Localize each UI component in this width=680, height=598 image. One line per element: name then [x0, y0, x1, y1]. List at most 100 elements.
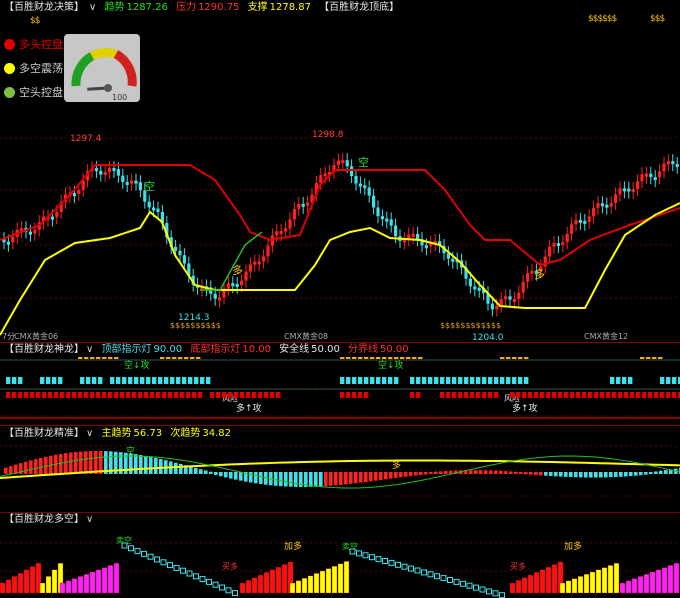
jingzhun-chart: 空 多	[0, 445, 680, 497]
signal-block	[416, 392, 421, 398]
shenlong-chart: 空↓攻 空↓攻 风险 风险 多↑攻 多↑攻	[0, 357, 680, 419]
long-bar	[619, 582, 626, 594]
signal-block	[346, 357, 351, 359]
long-bar	[313, 573, 320, 594]
trend-bar	[394, 472, 398, 478]
signal-block	[116, 377, 121, 384]
signal-block	[512, 357, 517, 359]
trend-bar	[29, 460, 33, 474]
signal-block	[412, 357, 417, 359]
signal-block	[618, 392, 623, 398]
signal-block	[540, 392, 545, 398]
trend-bar	[4, 467, 8, 474]
candle-body	[6, 241, 10, 245]
signal-block	[410, 377, 415, 384]
signal-block	[528, 392, 533, 398]
signal-block	[110, 377, 115, 384]
candle-body	[306, 202, 310, 206]
trend-bar	[644, 472, 648, 475]
trend-bar	[159, 459, 163, 474]
signal-block	[170, 377, 175, 384]
signal-block	[612, 392, 617, 398]
long-bar	[45, 576, 52, 594]
trend-bar	[554, 472, 558, 477]
trend-bar	[544, 472, 548, 476]
signal-block	[164, 377, 169, 384]
trend-bar	[579, 472, 583, 478]
signal-block	[660, 377, 665, 384]
signal-block	[558, 392, 563, 398]
signal-block	[494, 377, 499, 384]
candle-body	[587, 216, 591, 222]
signal-block	[40, 377, 45, 384]
signal-block	[102, 392, 107, 398]
trend-bar	[399, 472, 403, 478]
trend-bar	[179, 463, 183, 474]
long-bar	[11, 576, 18, 594]
trend-bar	[369, 472, 373, 482]
trend-bar	[629, 472, 633, 477]
candle-body	[244, 271, 248, 281]
signal-block	[358, 377, 363, 384]
signal-block	[440, 377, 445, 384]
trend-bar	[149, 456, 153, 474]
long-bar	[601, 567, 608, 594]
signal-block	[506, 377, 511, 384]
signal-block	[78, 392, 83, 398]
candle-body	[152, 207, 156, 211]
candle-body	[389, 219, 393, 226]
trend-bar	[274, 472, 278, 486]
candle-body	[138, 182, 142, 191]
candle-body	[411, 233, 415, 237]
long-bar	[527, 574, 534, 594]
long-bar	[275, 567, 282, 594]
signal-block	[452, 377, 457, 384]
trend-bar	[74, 452, 78, 474]
signal-block	[654, 392, 659, 398]
candle-body	[490, 303, 494, 310]
signal-block	[428, 377, 433, 384]
signal-block	[190, 357, 195, 359]
candle-body	[103, 171, 107, 175]
trend-bar	[379, 472, 383, 480]
candle-body	[424, 245, 428, 249]
short-step	[199, 576, 206, 583]
signal-block	[234, 392, 239, 398]
trend-bar	[234, 472, 238, 480]
short-step	[492, 590, 499, 597]
signal-block	[364, 357, 369, 359]
signal-block	[264, 392, 269, 398]
signal-block	[192, 392, 197, 398]
trend-bar	[9, 466, 13, 474]
signal-block	[458, 377, 463, 384]
trend-bar	[229, 472, 233, 479]
signal-block	[188, 377, 193, 384]
signal-block	[114, 357, 119, 359]
signal-block	[522, 392, 527, 398]
signal-block	[152, 377, 157, 384]
signal-block	[500, 357, 505, 359]
signal-block	[494, 392, 499, 398]
jingzhun-panel: 【百胜财龙精准】 ∨ 主趋势 56.73 次趋势 34.82 空 多	[0, 426, 680, 512]
candle-body	[574, 219, 578, 225]
long-bar	[65, 580, 72, 594]
candle-body	[297, 203, 301, 210]
candle-body	[561, 242, 565, 246]
trend-bar	[559, 472, 563, 477]
long-bar	[107, 565, 114, 594]
signal-block	[666, 377, 671, 384]
signal-block	[166, 357, 171, 359]
candle-body	[262, 256, 266, 262]
signal-block	[146, 377, 151, 384]
trend-bar	[614, 472, 618, 478]
trend-bar	[194, 467, 198, 474]
long-bar	[625, 580, 632, 594]
candle-body	[658, 171, 662, 178]
signal-block	[406, 357, 411, 359]
signal-block	[184, 357, 189, 359]
sell-signal: 空	[144, 179, 155, 193]
signal-block	[176, 377, 181, 384]
trend-bar	[389, 472, 393, 479]
signal-block	[252, 392, 257, 398]
trend-bar	[214, 472, 218, 476]
